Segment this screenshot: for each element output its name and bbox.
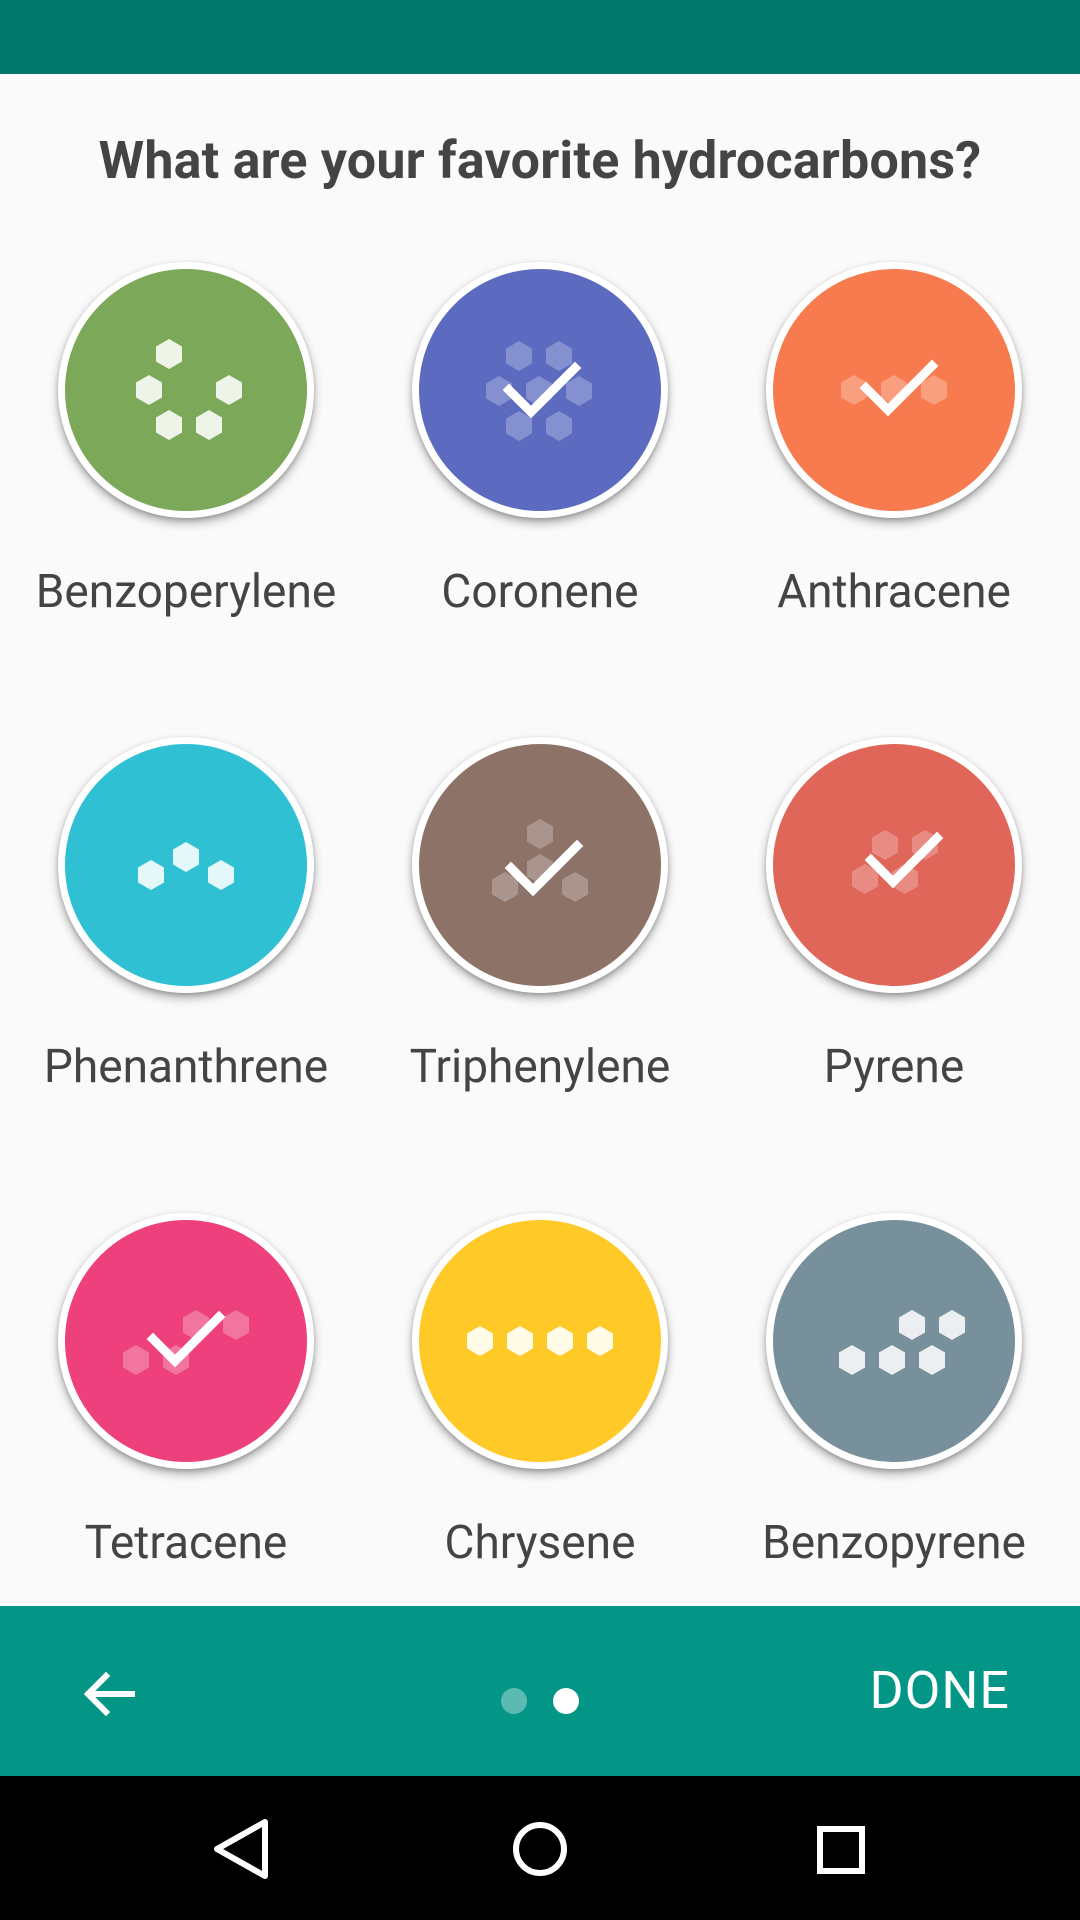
option-circle-tetracene[interactable] xyxy=(58,1213,314,1469)
hexagon-cluster-icon xyxy=(852,830,944,894)
hexagon-cluster-icon xyxy=(138,842,234,890)
item-label-benzopyrene: Benzopyrene xyxy=(762,1516,1026,1570)
item-label-chrysene: Chrysene xyxy=(444,1516,636,1570)
option-circle-anthracene[interactable] xyxy=(766,262,1022,518)
hexagon-cluster-icon xyxy=(467,1326,613,1356)
page-dot-2-active xyxy=(553,1688,579,1714)
system-nav-bar xyxy=(0,1776,1080,1920)
item-label-anthracene: Anthracene xyxy=(777,565,1011,619)
item-label-coronene: Coronene xyxy=(441,565,639,619)
option-circle-triphenylene[interactable] xyxy=(412,737,668,993)
nav-back-button[interactable] xyxy=(195,1804,285,1894)
nav-home-button[interactable] xyxy=(495,1804,585,1894)
done-button[interactable]: DONE xyxy=(869,1660,1010,1721)
hexagon-cluster-icon xyxy=(841,359,947,417)
option-circle-benzoperylene[interactable] xyxy=(58,262,314,518)
item-label-benzoperylene: Benzoperylene xyxy=(35,565,337,619)
hexagon-cluster-icon xyxy=(839,1310,965,1375)
hexagon-cluster-icon xyxy=(136,339,242,440)
option-circle-phenanthrene[interactable] xyxy=(58,737,314,993)
option-circle-chrysene[interactable] xyxy=(412,1213,668,1469)
item-label-tetracene: Tetracene xyxy=(84,1516,288,1570)
nav-recents-button[interactable] xyxy=(795,1804,885,1894)
nav-home-circle-icon xyxy=(513,1822,567,1876)
option-circle-pyrene[interactable] xyxy=(766,737,1022,993)
hexagon-cluster-icon xyxy=(492,819,588,902)
option-circle-benzopyrene[interactable] xyxy=(766,1213,1022,1469)
item-label-phenanthrene: Phenanthrene xyxy=(43,1040,329,1094)
nav-recents-square-icon xyxy=(817,1826,865,1874)
page-dot-1 xyxy=(501,1688,527,1714)
nav-back-triangle-icon xyxy=(214,1819,268,1879)
item-label-pyrene: Pyrene xyxy=(823,1040,965,1094)
hydrocarbon-grid: Benzoperylene Coronene Anthracene Phenan… xyxy=(0,0,1080,1606)
hexagon-cluster-icon xyxy=(123,1310,249,1375)
bottom-bar: DONE xyxy=(0,1606,1080,1776)
item-label-triphenylene: Triphenylene xyxy=(409,1040,671,1094)
option-circle-coronene[interactable] xyxy=(412,262,668,518)
hexagon-cluster-icon xyxy=(486,341,592,441)
